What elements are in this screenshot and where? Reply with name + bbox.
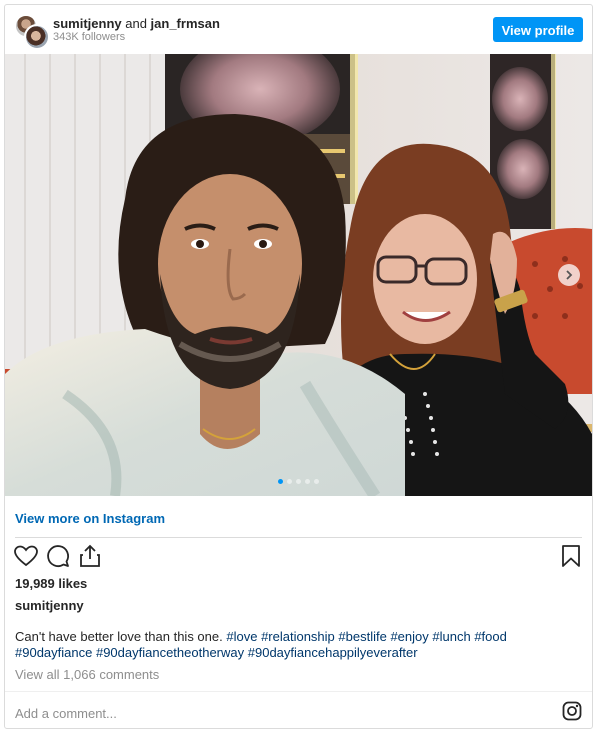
carousel-dot[interactable] [287, 479, 292, 484]
divider [5, 691, 592, 692]
hashtag-link[interactable]: #bestlife [338, 629, 386, 644]
view-profile-button[interactable]: View profile [493, 17, 583, 42]
hashtag-link[interactable]: #food [474, 629, 507, 644]
follower-count: 343K followers [53, 31, 126, 43]
share-icon[interactable] [77, 543, 103, 569]
author-username-primary[interactable]: sumitjenny [53, 16, 122, 31]
view-more-on-instagram-link[interactable]: View more on Instagram [15, 511, 165, 526]
post-authors: sumitjenny and jan_frmsan [53, 16, 220, 31]
hashtag-link[interactable]: #lunch [432, 629, 470, 644]
hashtag-link[interactable]: #90dayfiance [15, 645, 92, 660]
instagram-embed-card: sumitjenny and jan_frmsan 343K followers… [4, 4, 593, 729]
caption-text: Can't have better love than this one. [15, 629, 223, 644]
carousel-indicator [5, 479, 592, 484]
chevron-right-icon [566, 270, 573, 280]
post-photo[interactable] [5, 54, 592, 496]
hashtag-link[interactable]: #90dayfiancetheotherway [96, 645, 244, 660]
bookmark-icon[interactable] [558, 543, 584, 569]
instagram-logo-icon[interactable] [562, 701, 582, 721]
author-username-secondary[interactable]: jan_frmsan [151, 16, 220, 31]
add-comment-input[interactable]: Add a comment... [15, 706, 117, 721]
like-count[interactable]: 19,989 likes [15, 576, 87, 591]
carousel-dot[interactable] [305, 479, 310, 484]
view-all-comments-link[interactable]: View all 1,066 comments [15, 667, 159, 682]
heart-icon[interactable] [13, 543, 39, 569]
carousel-dot[interactable] [296, 479, 301, 484]
author-connector: and [121, 16, 151, 31]
comment-icon[interactable] [45, 543, 71, 569]
hashtag-link[interactable]: #love [226, 629, 257, 644]
carousel-dot[interactable] [314, 479, 319, 484]
action-bar [5, 543, 592, 573]
hashtag-link[interactable]: #relationship [261, 629, 335, 644]
caption-username[interactable]: sumitjenny [15, 598, 84, 613]
carousel-dot[interactable] [278, 479, 283, 484]
hashtag-link[interactable]: #enjoy [390, 629, 428, 644]
hashtag-link[interactable]: #90dayfiancehappilyeverafter [248, 645, 418, 660]
post-header: sumitjenny and jan_frmsan 343K followers… [5, 5, 592, 53]
carousel-next-button[interactable] [558, 264, 580, 286]
divider [15, 537, 582, 538]
avatar-group[interactable] [14, 14, 50, 50]
post-caption: Can't have better love than this one. #l… [15, 629, 585, 661]
photo-illustration [5, 54, 592, 496]
avatar-jan-frmsan[interactable] [24, 24, 50, 50]
